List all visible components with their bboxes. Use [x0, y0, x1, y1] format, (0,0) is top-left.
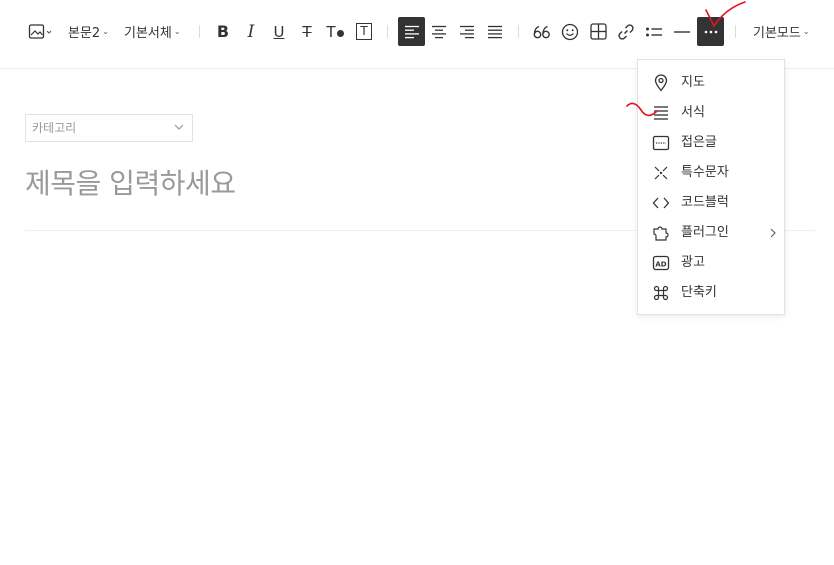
table-button[interactable]: [587, 17, 609, 46]
chevron-down-icon: ⌄: [802, 27, 810, 36]
plugin-icon: [653, 226, 669, 241]
title-input[interactable]: 제목을 입력하세요: [25, 162, 236, 202]
align-center-icon: [432, 25, 446, 38]
menu-item-fold-text[interactable]: 접은글: [638, 128, 786, 158]
menu-item-label: 서식: [681, 105, 705, 120]
horizontal-line-icon: [674, 30, 690, 33]
chevron-right-icon: [770, 228, 776, 238]
table-icon: [589, 23, 607, 40]
bold-button[interactable]: B: [212, 17, 234, 46]
title-placeholder: 제목을 입력하세요: [25, 167, 236, 200]
menu-item-label: 플러그인: [681, 225, 729, 240]
special-char-icon: [654, 166, 668, 180]
svg-text:AD: AD: [655, 260, 666, 268]
align-right-icon: [460, 25, 474, 38]
ad-icon: AD: [652, 255, 670, 271]
menu-item-template[interactable]: 서식: [638, 98, 786, 128]
template-icon: [654, 106, 668, 120]
menu-item-special-char[interactable]: 특수문자: [638, 158, 786, 188]
align-right-button[interactable]: [456, 17, 478, 46]
more-icon: [704, 30, 717, 33]
map-pin-icon: [654, 74, 668, 92]
italic-button[interactable]: I: [240, 17, 262, 46]
align-justify-icon: [488, 25, 502, 38]
underline-icon: U: [273, 22, 285, 41]
strikethrough-icon: T: [302, 22, 312, 41]
category-placeholder: 카테고리: [32, 121, 77, 135]
paragraph-style-dropdown[interactable]: 본문2 ⌄: [68, 17, 109, 46]
toolbar-divider: [387, 25, 388, 38]
menu-item-shortcut[interactable]: 단축키: [638, 278, 786, 308]
menu-item-label: 접은글: [681, 135, 717, 150]
strikethrough-button[interactable]: T: [296, 17, 318, 46]
chevron-down-icon: ⌄: [173, 27, 181, 36]
font-family-dropdown[interactable]: 기본서체 ⌄: [124, 17, 181, 46]
paragraph-style-value: 본문2: [68, 26, 101, 41]
shortcut-icon: [653, 285, 669, 301]
italic-icon: I: [247, 21, 255, 42]
align-left-icon: [404, 25, 419, 38]
list-icon: [646, 27, 662, 36]
quote-icon: [533, 25, 550, 38]
more-menu: 지도 서식 접은글 특수문자 코드블럭 플러그인 AD 광고 단축키: [637, 59, 785, 315]
text-background-icon: T: [356, 23, 372, 40]
chevron-down-icon: [174, 124, 184, 130]
menu-item-map[interactable]: 지도: [638, 68, 786, 98]
code-block-icon: [652, 197, 670, 209]
menu-item-label: 코드블럭: [681, 195, 729, 210]
menu-item-label: 광고: [681, 255, 705, 270]
bold-icon: B: [216, 22, 230, 41]
toolbar-divider: [518, 25, 519, 38]
text-color-icon: T: [326, 23, 344, 41]
more-button[interactable]: [697, 17, 724, 46]
menu-item-code-block[interactable]: 코드블럭: [638, 188, 786, 218]
fold-text-icon: [652, 135, 670, 151]
menu-item-label: 지도: [681, 75, 705, 90]
image-button[interactable]: [27, 17, 55, 46]
chevron-down-icon: ⌄: [102, 27, 109, 36]
menu-item-label: 특수문자: [681, 165, 729, 180]
menu-item-label: 단축키: [681, 285, 717, 300]
emoji-button[interactable]: [559, 17, 581, 46]
underline-button[interactable]: U: [268, 17, 290, 46]
emoji-icon: [561, 23, 579, 40]
mode-dropdown[interactable]: 기본모드 ⌄: [753, 17, 810, 46]
list-button[interactable]: [643, 17, 665, 46]
link-button[interactable]: [615, 17, 637, 46]
mode-value: 기본모드: [753, 26, 801, 41]
category-select[interactable]: 카테고리: [25, 114, 193, 142]
align-justify-button[interactable]: [484, 17, 506, 46]
text-color-button[interactable]: T: [324, 17, 346, 46]
toolbar-divider: [735, 25, 736, 38]
align-center-button[interactable]: [428, 17, 450, 46]
font-family-value: 기본서체: [124, 26, 172, 41]
image-icon: [28, 23, 52, 39]
menu-item-plugin[interactable]: 플러그인: [638, 218, 786, 248]
quote-button[interactable]: [531, 17, 553, 46]
text-background-button[interactable]: T: [353, 17, 375, 46]
toolbar-divider: [199, 25, 200, 38]
menu-item-ad[interactable]: AD 광고: [638, 248, 786, 278]
link-icon: [618, 23, 634, 40]
horizontal-line-button[interactable]: [671, 17, 693, 46]
align-left-button[interactable]: [398, 17, 425, 46]
